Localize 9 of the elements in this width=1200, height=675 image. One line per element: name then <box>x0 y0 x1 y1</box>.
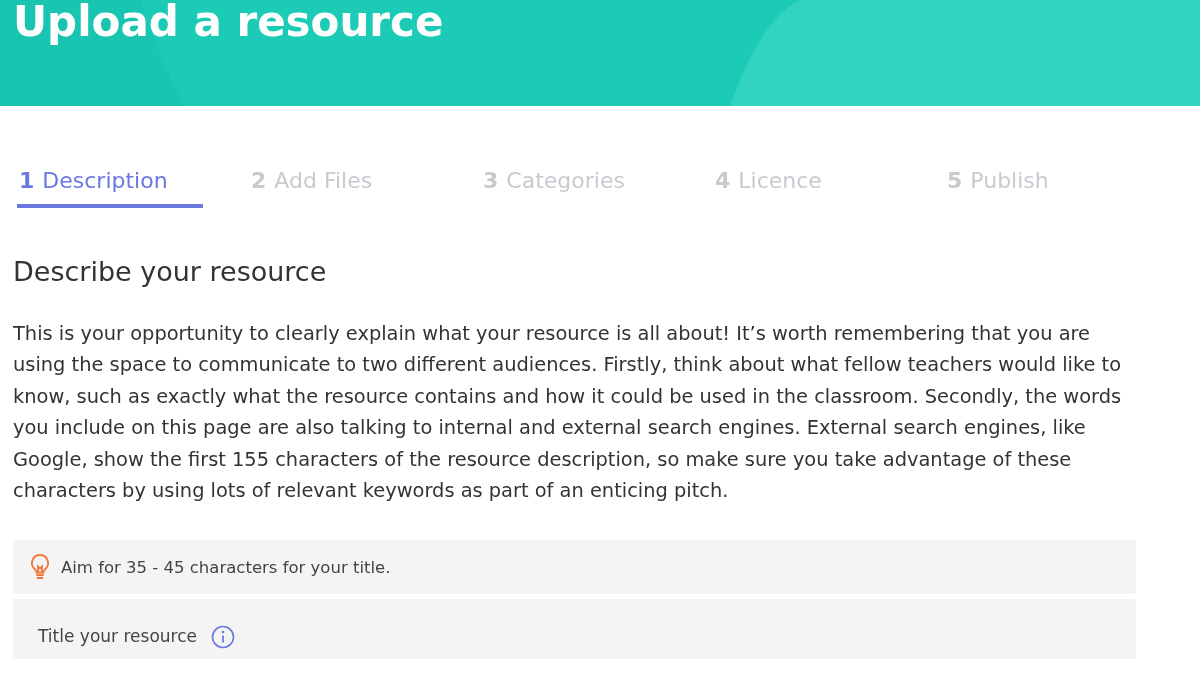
tip-text: Aim for 35 - 45 characters for your title. <box>61 557 391 577</box>
field-label: Title your resource <box>38 626 197 647</box>
section-heading: Describe your resource <box>13 256 328 288</box>
lightbulb-icon <box>29 553 51 582</box>
title-field[interactable]: Title your resource <box>13 599 1136 660</box>
info-icon[interactable] <box>211 625 235 650</box>
intro-paragraph: This is your opportunity to clearly explain what your resource is all about! It’s worth remembering that you are using the space to communicate to two different audiences. Firstly, think about what fellow teachers would like to know, such as exactly what the resource contains and how it could be used in the classroom. Secondly, the words you include on this page are also talking to internal and external search engines. External search engines, like Google, show the first 155 characters of the resource description, so make sure you take advantage of these characters by using lots of relevant keywords as part of an enticing pitch. <box>13 321 1123 505</box>
page-title: Upload a resource <box>12 0 444 44</box>
step-tab[interactable]: 1 Description <box>17 144 249 208</box>
